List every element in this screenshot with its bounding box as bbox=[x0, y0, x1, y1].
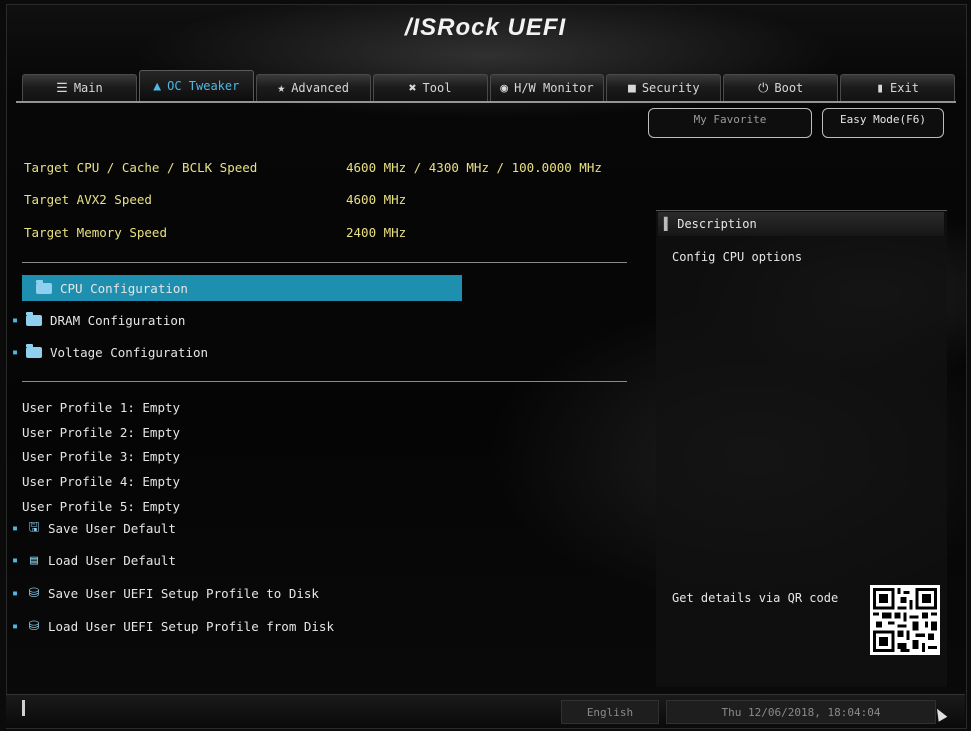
tab-bar: ☰ Main ▲ OC Tweaker ★ Advanced ✖ Tool ◉ … bbox=[22, 70, 957, 102]
folder-icon bbox=[36, 279, 52, 294]
info-label: Target CPU / Cache / BCLK Speed bbox=[24, 160, 258, 175]
tab-advanced[interactable]: ★ Advanced bbox=[255, 74, 371, 101]
info-label: Target AVX2 Speed bbox=[24, 192, 152, 207]
menu-cpu-configuration[interactable]: CPU Configuration bbox=[22, 275, 462, 301]
exit-icon: ▮ bbox=[876, 80, 885, 96]
app-title: /ISRock UEFI bbox=[404, 14, 567, 41]
info-row-avx2-speed: Target AVX2 Speed 4600 MHz bbox=[24, 192, 406, 207]
marker-icon: ▪ bbox=[12, 314, 19, 326]
load-user-default[interactable]: ▪ ▤ Load User Default bbox=[12, 553, 176, 568]
tab-label: Boot bbox=[774, 81, 804, 95]
shield-icon: ■ bbox=[628, 80, 636, 96]
info-row-cpu-speed: Target CPU / Cache / BCLK Speed 4600 MHz… bbox=[24, 160, 602, 175]
save-profile-to-disk[interactable]: ▪ ⛁ Save User UEFI Setup Profile to Disk bbox=[12, 586, 319, 601]
tab-oc-tweaker[interactable]: ▲ OC Tweaker bbox=[138, 70, 254, 101]
user-profile-5: User Profile 5: Empty bbox=[22, 499, 181, 514]
info-value: 4600 MHz / 4300 MHz / 100.0000 MHz bbox=[346, 160, 602, 175]
marker-icon: ▪ bbox=[12, 346, 19, 358]
user-profile-1: User Profile 1: Empty bbox=[22, 400, 181, 415]
tab-hw-monitor[interactable]: ◉ H/W Monitor bbox=[489, 74, 605, 101]
tab-label: Main bbox=[73, 81, 103, 95]
disk-load-icon: ⛁ bbox=[28, 619, 40, 634]
tab-boot[interactable]: ⏻ Boot bbox=[723, 74, 839, 101]
save-user-default[interactable]: ▪ 🖫 Save User Default bbox=[12, 519, 176, 537]
user-profile-4: User Profile 4: Empty bbox=[22, 474, 181, 489]
load-profile-from-disk[interactable]: ▪ ⛁ Load User UEFI Setup Profile from Di… bbox=[12, 619, 334, 634]
power-icon: ⏻ bbox=[758, 80, 769, 96]
qr-code-icon bbox=[870, 585, 940, 655]
list-icon: ☰ bbox=[56, 80, 68, 96]
marker-icon: ▪ bbox=[12, 588, 19, 599]
my-favorite-button[interactable]: My Favorite bbox=[648, 108, 812, 138]
info-row-memory-speed: Target Memory Speed 2400 MHz bbox=[24, 225, 406, 240]
description-title: Description bbox=[677, 217, 757, 231]
marker-icon: ▪ bbox=[12, 621, 19, 632]
info-value: 4600 MHz bbox=[346, 192, 407, 207]
star-icon: ★ bbox=[277, 80, 286, 96]
datetime-display: Thu 12/06/2018, 18:04:04 bbox=[666, 700, 936, 724]
divider bbox=[22, 262, 627, 263]
tab-label: Tool bbox=[422, 81, 452, 95]
menu-label: CPU Configuration bbox=[60, 280, 188, 296]
info-value: 2400 MHz bbox=[346, 225, 407, 240]
tab-main[interactable]: ☰ Main bbox=[22, 74, 137, 101]
user-profile-3: User Profile 3: Empty bbox=[22, 449, 181, 464]
monitor-icon: ◉ bbox=[500, 80, 509, 96]
folder-icon bbox=[26, 311, 42, 326]
marker-icon: ▪ bbox=[12, 555, 19, 566]
action-label: Load User UEFI Setup Profile from Disk bbox=[48, 619, 334, 634]
save-icon: 🖫 bbox=[28, 519, 40, 535]
user-profile-2: User Profile 2: Empty bbox=[22, 425, 181, 440]
divider bbox=[22, 381, 627, 382]
disk-save-icon: ⛁ bbox=[28, 586, 40, 601]
description-header: ▌ Description bbox=[658, 212, 944, 236]
tool-icon: ✖ bbox=[408, 80, 417, 96]
language-selector[interactable]: English bbox=[561, 700, 659, 724]
action-label: Save User Default bbox=[48, 521, 176, 536]
tab-divider bbox=[16, 101, 956, 103]
action-label: Load User Default bbox=[48, 553, 176, 568]
action-label: Save User UEFI Setup Profile to Disk bbox=[48, 586, 319, 601]
tab-label: Advanced bbox=[291, 81, 349, 95]
tab-label: OC Tweaker bbox=[167, 79, 240, 93]
info-label: Target Memory Speed bbox=[24, 225, 167, 240]
tab-exit[interactable]: ▮ Exit bbox=[840, 74, 955, 101]
menu-dram-configuration[interactable]: ▪ DRAM Configuration bbox=[12, 307, 185, 333]
status-indicator bbox=[22, 700, 25, 716]
menu-label: DRAM Configuration bbox=[50, 312, 186, 328]
tab-security[interactable]: ■ Security bbox=[606, 74, 722, 101]
menu-voltage-configuration[interactable]: ▪ Voltage Configuration bbox=[12, 339, 208, 365]
marker-icon: ▪ bbox=[12, 523, 19, 534]
bar-icon: ▌ bbox=[664, 217, 672, 231]
easy-mode-button[interactable]: Easy Mode(F6) bbox=[822, 108, 944, 138]
tab-label: Exit bbox=[890, 81, 919, 95]
tab-tool[interactable]: ✖ Tool bbox=[372, 74, 488, 101]
tab-label: H/W Monitor bbox=[514, 81, 594, 95]
flame-icon: ▲ bbox=[153, 78, 162, 94]
folder-icon bbox=[26, 343, 42, 358]
tab-label: Security bbox=[641, 81, 700, 95]
load-icon: ▤ bbox=[30, 553, 38, 568]
qr-label: Get details via QR code bbox=[672, 591, 839, 605]
menu-label: Voltage Configuration bbox=[50, 344, 209, 360]
description-text: Config CPU options bbox=[672, 250, 803, 264]
